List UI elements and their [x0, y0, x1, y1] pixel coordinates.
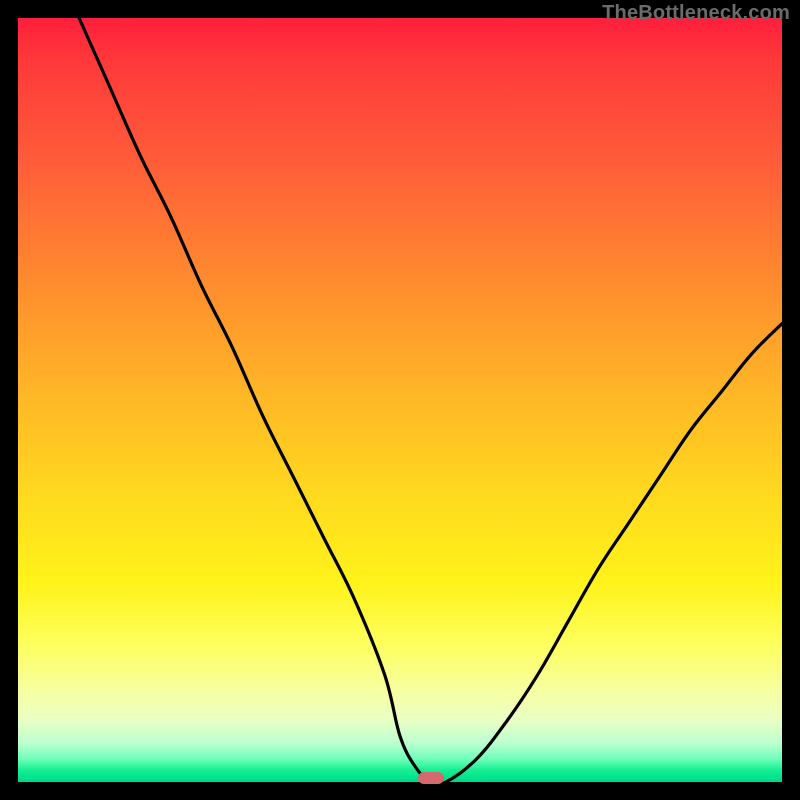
- optimal-point-marker: [418, 772, 444, 784]
- chart-frame: TheBottleneck.com: [0, 0, 800, 800]
- plot-area: [18, 18, 782, 782]
- bottleneck-curve: [18, 18, 782, 782]
- watermark-text: TheBottleneck.com: [602, 2, 790, 25]
